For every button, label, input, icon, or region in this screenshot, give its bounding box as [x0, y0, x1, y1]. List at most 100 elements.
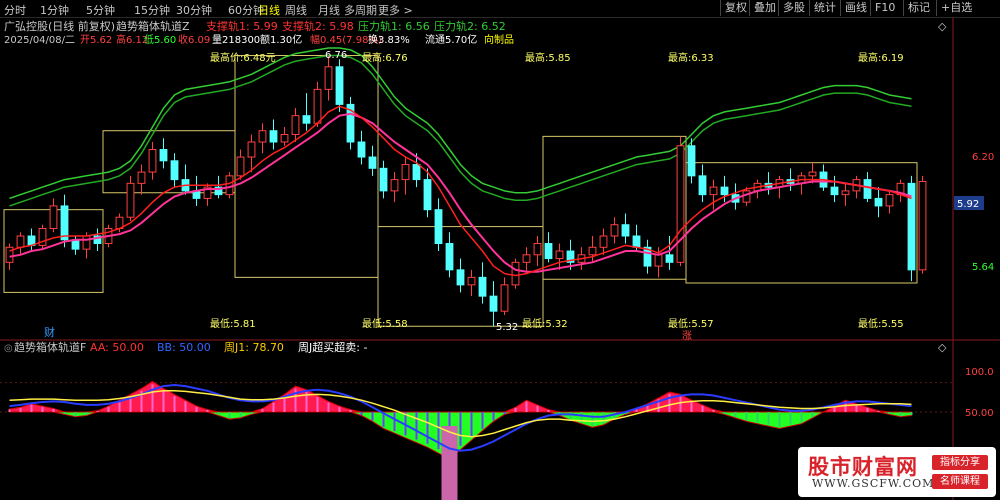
candle-body	[225, 175, 234, 196]
quote-amount: 额1.30亿	[260, 33, 302, 46]
osc-deep-bar	[441, 426, 458, 500]
candle-body	[720, 186, 729, 196]
brand-watermark: 股市财富网 WWW.GSCFW.COM 指标分享 名师课程	[798, 447, 996, 497]
sub-indicator-value: 周J超买超卖: -	[298, 340, 367, 354]
candle-body	[588, 246, 597, 256]
candle-body	[698, 175, 707, 196]
quote-low: 低5.60	[144, 33, 176, 46]
candle-body	[533, 243, 542, 256]
candle-body	[654, 254, 663, 267]
candle-body	[412, 164, 421, 181]
candle-body	[478, 276, 487, 297]
diamond-icon: ◇	[938, 20, 947, 33]
candle-body	[324, 66, 333, 90]
indicator-value: 支撑轨1: 5.99	[206, 19, 278, 33]
quote-turnover: 换3.83%	[368, 33, 410, 46]
trend-box	[102, 130, 236, 194]
candle-body	[379, 167, 388, 192]
current-price: 5.92	[957, 199, 979, 210]
candle-body	[423, 179, 432, 211]
box-low-label: 最低:5.57	[668, 317, 714, 330]
candle-body	[49, 205, 58, 229]
stock-name: 广弘控股(日线 前复权)	[4, 19, 115, 33]
quote-volume: 量218300	[212, 34, 260, 46]
box-low-label: 最低:5.81	[210, 317, 256, 330]
sub-indicator-value: AA: 50.00	[90, 341, 144, 354]
candle-body	[456, 269, 465, 286]
trough-price-label: 5.32	[496, 322, 518, 333]
candle-body	[489, 295, 498, 312]
candle-body	[280, 133, 289, 143]
candle-body	[709, 186, 718, 196]
indicator-value: 支撑轨2: 5.98	[282, 19, 354, 33]
candle-body	[841, 190, 850, 196]
candle-body	[357, 141, 366, 158]
candle-body	[335, 66, 344, 105]
indicator-value: 压力轨2: 6.52	[434, 19, 506, 33]
candle-body	[522, 254, 531, 263]
box-low-label: 最低:5.55	[858, 317, 904, 330]
chart-canvas: 广弘控股(日线 前复权) 趋势箱体轨道Z 支撑轨1: 5.99 支撑轨2: 5.98 压…	[0, 18, 1000, 500]
osc-tick: 50.00	[965, 408, 994, 419]
osc-tick: 100.0	[965, 367, 994, 378]
candle-body	[269, 130, 278, 143]
candle-body	[467, 276, 476, 286]
candle-body	[170, 160, 179, 181]
peak-price-label: 6.76	[325, 50, 347, 61]
candle-body	[555, 250, 564, 260]
quote-open: 开5.62	[80, 35, 112, 46]
box-high-label: 最高:6.19	[858, 51, 904, 64]
candle-body	[16, 235, 25, 248]
brand-tag-share[interactable]: 指标分享	[932, 455, 988, 470]
box-high-label: 最高:6.76	[362, 51, 408, 64]
candle-body	[82, 235, 91, 250]
limit-up-marker: 涨	[682, 330, 692, 342]
chart-texts: 广弘控股(日线 前复权) 趋势箱体轨道Z 支撑轨1: 5.99 支撑轨2: 5.98 压…	[4, 19, 994, 419]
candle-body	[874, 197, 883, 207]
quote-custom: 向制品	[484, 33, 514, 46]
financial-marker: 财	[44, 325, 55, 339]
candle-body	[302, 115, 311, 124]
candle-body	[148, 149, 157, 173]
brand-url: WWW.GSCFW.COM	[812, 477, 935, 490]
candle-body	[137, 171, 146, 184]
candle-body	[863, 179, 872, 199]
candle-body	[247, 141, 256, 158]
sub-indicator-value: 周J1: 78.70	[224, 341, 284, 354]
candle-body	[500, 284, 509, 312]
box-low-label: 最低:5.58	[362, 317, 408, 330]
candle-body	[742, 190, 751, 203]
candle-body	[126, 182, 135, 218]
candle-body	[599, 235, 608, 248]
sub-indicator-name: 趋势箱体轨道F	[14, 340, 86, 354]
diamond-icon: ◇	[938, 341, 947, 354]
candle-body	[632, 235, 641, 248]
quote-float: 流通5.70亿	[425, 33, 477, 46]
quote-date: 2025/04/08/二	[4, 35, 75, 46]
price-tick: 5.64	[972, 262, 994, 273]
settings-icon: ◎	[4, 343, 13, 354]
main-price-panel	[0, 18, 1000, 500]
candle-body	[544, 243, 553, 260]
support-line-1	[9, 105, 912, 277]
candle-body	[445, 243, 454, 271]
candle-body	[687, 145, 696, 177]
candle-body	[159, 149, 168, 162]
candle-body	[434, 209, 443, 245]
indicator-value: 压力轨1: 6.56	[358, 19, 430, 33]
candle-body	[60, 205, 69, 241]
indicator-name: 趋势箱体轨道Z	[116, 19, 190, 33]
candle-body	[621, 224, 630, 237]
box-low-label: 最低:5.32	[522, 317, 568, 330]
candle-body	[368, 156, 377, 169]
candle-body	[401, 164, 410, 181]
candle-body	[291, 115, 300, 135]
box-high-label: 最高:5.85	[525, 51, 571, 64]
candle-body	[610, 224, 619, 237]
candle-body	[885, 194, 894, 207]
candle-body	[511, 261, 520, 286]
brand-tag-course[interactable]: 名师课程	[932, 474, 988, 489]
candle-body	[665, 254, 674, 263]
candle-body	[918, 180, 927, 271]
max-price-label: 最高价:6.48元	[210, 51, 276, 64]
